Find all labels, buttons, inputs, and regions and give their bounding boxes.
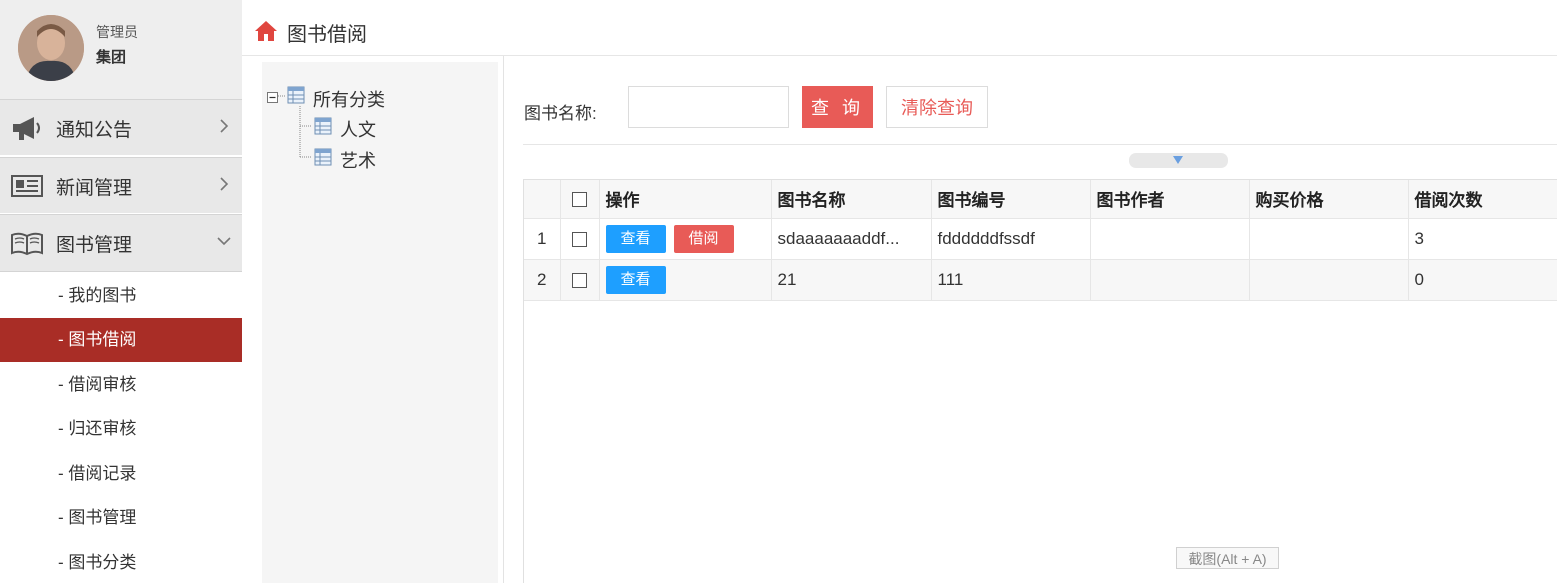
menu-item-news[interactable]: 新闻管理 bbox=[0, 157, 242, 213]
book-icon bbox=[10, 230, 44, 256]
user-name: 集团 bbox=[96, 49, 127, 66]
clear-query-button[interactable]: 清除查询 bbox=[886, 86, 988, 128]
submenu-item-my-books[interactable]: - 我的图书 bbox=[0, 274, 242, 318]
megaphone-icon bbox=[10, 115, 44, 141]
panel-divider bbox=[503, 56, 504, 583]
user-role: 管理员 bbox=[96, 24, 138, 40]
newspaper-icon bbox=[10, 173, 44, 199]
row-checkbox[interactable] bbox=[572, 272, 587, 288]
view-button[interactable]: 查看 bbox=[605, 224, 666, 253]
submenu-item-return-review[interactable]: - 归还审核 bbox=[0, 407, 242, 451]
borrow-count-cell: 0 bbox=[1408, 259, 1557, 301]
search-label: 图书名称: bbox=[524, 104, 597, 123]
table-row[interactable]: 2 查看 21 111 0 bbox=[524, 259, 1557, 301]
row-select-cell bbox=[560, 259, 600, 301]
triangle-down-icon bbox=[1173, 156, 1183, 164]
menu-item-label: 图书管理 bbox=[56, 235, 133, 256]
borrow-count-cell: 3 bbox=[1408, 218, 1557, 260]
table-icon bbox=[287, 86, 305, 104]
home-icon bbox=[254, 19, 278, 43]
submenu-item-book-management[interactable]: - 图书管理 bbox=[0, 496, 242, 540]
tree-node-humanities[interactable]: 人文 bbox=[340, 116, 376, 142]
table-icon bbox=[314, 148, 332, 166]
avatar[interactable] bbox=[18, 15, 84, 81]
category-tree: 所有分类 人文 艺术 bbox=[262, 62, 498, 583]
author-cell bbox=[1090, 218, 1250, 260]
submenu-item-borrow-review[interactable]: - 借阅审核 bbox=[0, 363, 242, 407]
collapse-toggle-icon[interactable] bbox=[267, 90, 278, 103]
divider bbox=[523, 144, 1557, 145]
query-button[interactable]: 查 询 bbox=[802, 86, 873, 128]
table-icon bbox=[314, 117, 332, 135]
chevron-right-icon bbox=[216, 176, 232, 192]
column-header-author[interactable]: 图书作者 bbox=[1090, 180, 1250, 219]
price-cell bbox=[1249, 218, 1409, 260]
price-cell bbox=[1249, 259, 1409, 301]
column-header-actions: 操作 bbox=[599, 180, 772, 219]
menu-item-label: 新闻管理 bbox=[56, 178, 133, 199]
view-button[interactable]: 查看 bbox=[605, 265, 666, 294]
page-header: 图书借阅 bbox=[242, 0, 1557, 56]
screenshot-tooltip: 截图(Alt + A) bbox=[1176, 547, 1279, 569]
tree-node-art[interactable]: 艺术 bbox=[340, 147, 376, 173]
book-name-cell: 21 bbox=[771, 259, 932, 301]
row-actions: 查看 借阅 bbox=[599, 218, 772, 260]
user-profile: 管理员 集团 bbox=[0, 0, 242, 99]
row-number: 2 bbox=[524, 259, 561, 301]
menu-item-books[interactable]: 图书管理 bbox=[0, 214, 242, 272]
submenu-item-book-borrow[interactable]: - 图书借阅 bbox=[0, 318, 242, 362]
author-cell bbox=[1090, 259, 1250, 301]
book-table: 操作 图书名称 图书编号 图书作者 购买价格 借阅次数 1 查看 借阅 sdaaa… bbox=[523, 179, 1557, 583]
table-header-row: 操作 图书名称 图书编号 图书作者 购买价格 借阅次数 bbox=[524, 180, 1557, 219]
column-header-book-name[interactable]: 图书名称 bbox=[771, 180, 932, 219]
sidebar: 管理员 集团 通知公告 新闻管理 图书管理 - 我的图书 - 图书借阅 - 借阅… bbox=[0, 0, 242, 583]
chevron-down-icon bbox=[216, 233, 232, 249]
page-title: 图书借阅 bbox=[287, 24, 367, 46]
column-header-price[interactable]: 购买价格 bbox=[1249, 180, 1409, 219]
menu-item-label: 通知公告 bbox=[56, 120, 133, 141]
book-name-search-input[interactable] bbox=[628, 86, 789, 128]
tree-node-root[interactable]: 所有分类 bbox=[313, 86, 385, 112]
submenu-item-book-categories[interactable]: - 图书分类 bbox=[0, 541, 242, 585]
borrow-button[interactable]: 借阅 bbox=[673, 224, 734, 253]
book-code-cell: 111 bbox=[931, 259, 1091, 301]
tree-lines bbox=[278, 95, 312, 158]
column-header-select bbox=[560, 180, 600, 219]
submenu-item-borrow-records[interactable]: - 借阅记录 bbox=[0, 452, 242, 496]
column-header-rownum bbox=[524, 180, 561, 219]
column-header-borrow-count[interactable]: 借阅次数 bbox=[1408, 180, 1557, 219]
book-name-cell: sdaaaaaaaddf... bbox=[771, 218, 932, 260]
table-row[interactable]: 1 查看 借阅 sdaaaaaaaddf... fddddddfssdf 3 bbox=[524, 218, 1557, 260]
chevron-right-icon bbox=[216, 118, 232, 134]
row-actions: 查看 bbox=[599, 259, 772, 301]
row-checkbox[interactable] bbox=[572, 231, 587, 247]
select-all-checkbox[interactable] bbox=[572, 191, 587, 207]
row-number: 1 bbox=[524, 218, 561, 260]
column-header-book-code[interactable]: 图书编号 bbox=[931, 180, 1091, 219]
book-code-cell: fddddddfssdf bbox=[931, 218, 1091, 260]
collapse-handle[interactable] bbox=[1129, 153, 1228, 168]
row-select-cell bbox=[560, 218, 600, 260]
menu-item-notices[interactable]: 通知公告 bbox=[0, 99, 242, 155]
